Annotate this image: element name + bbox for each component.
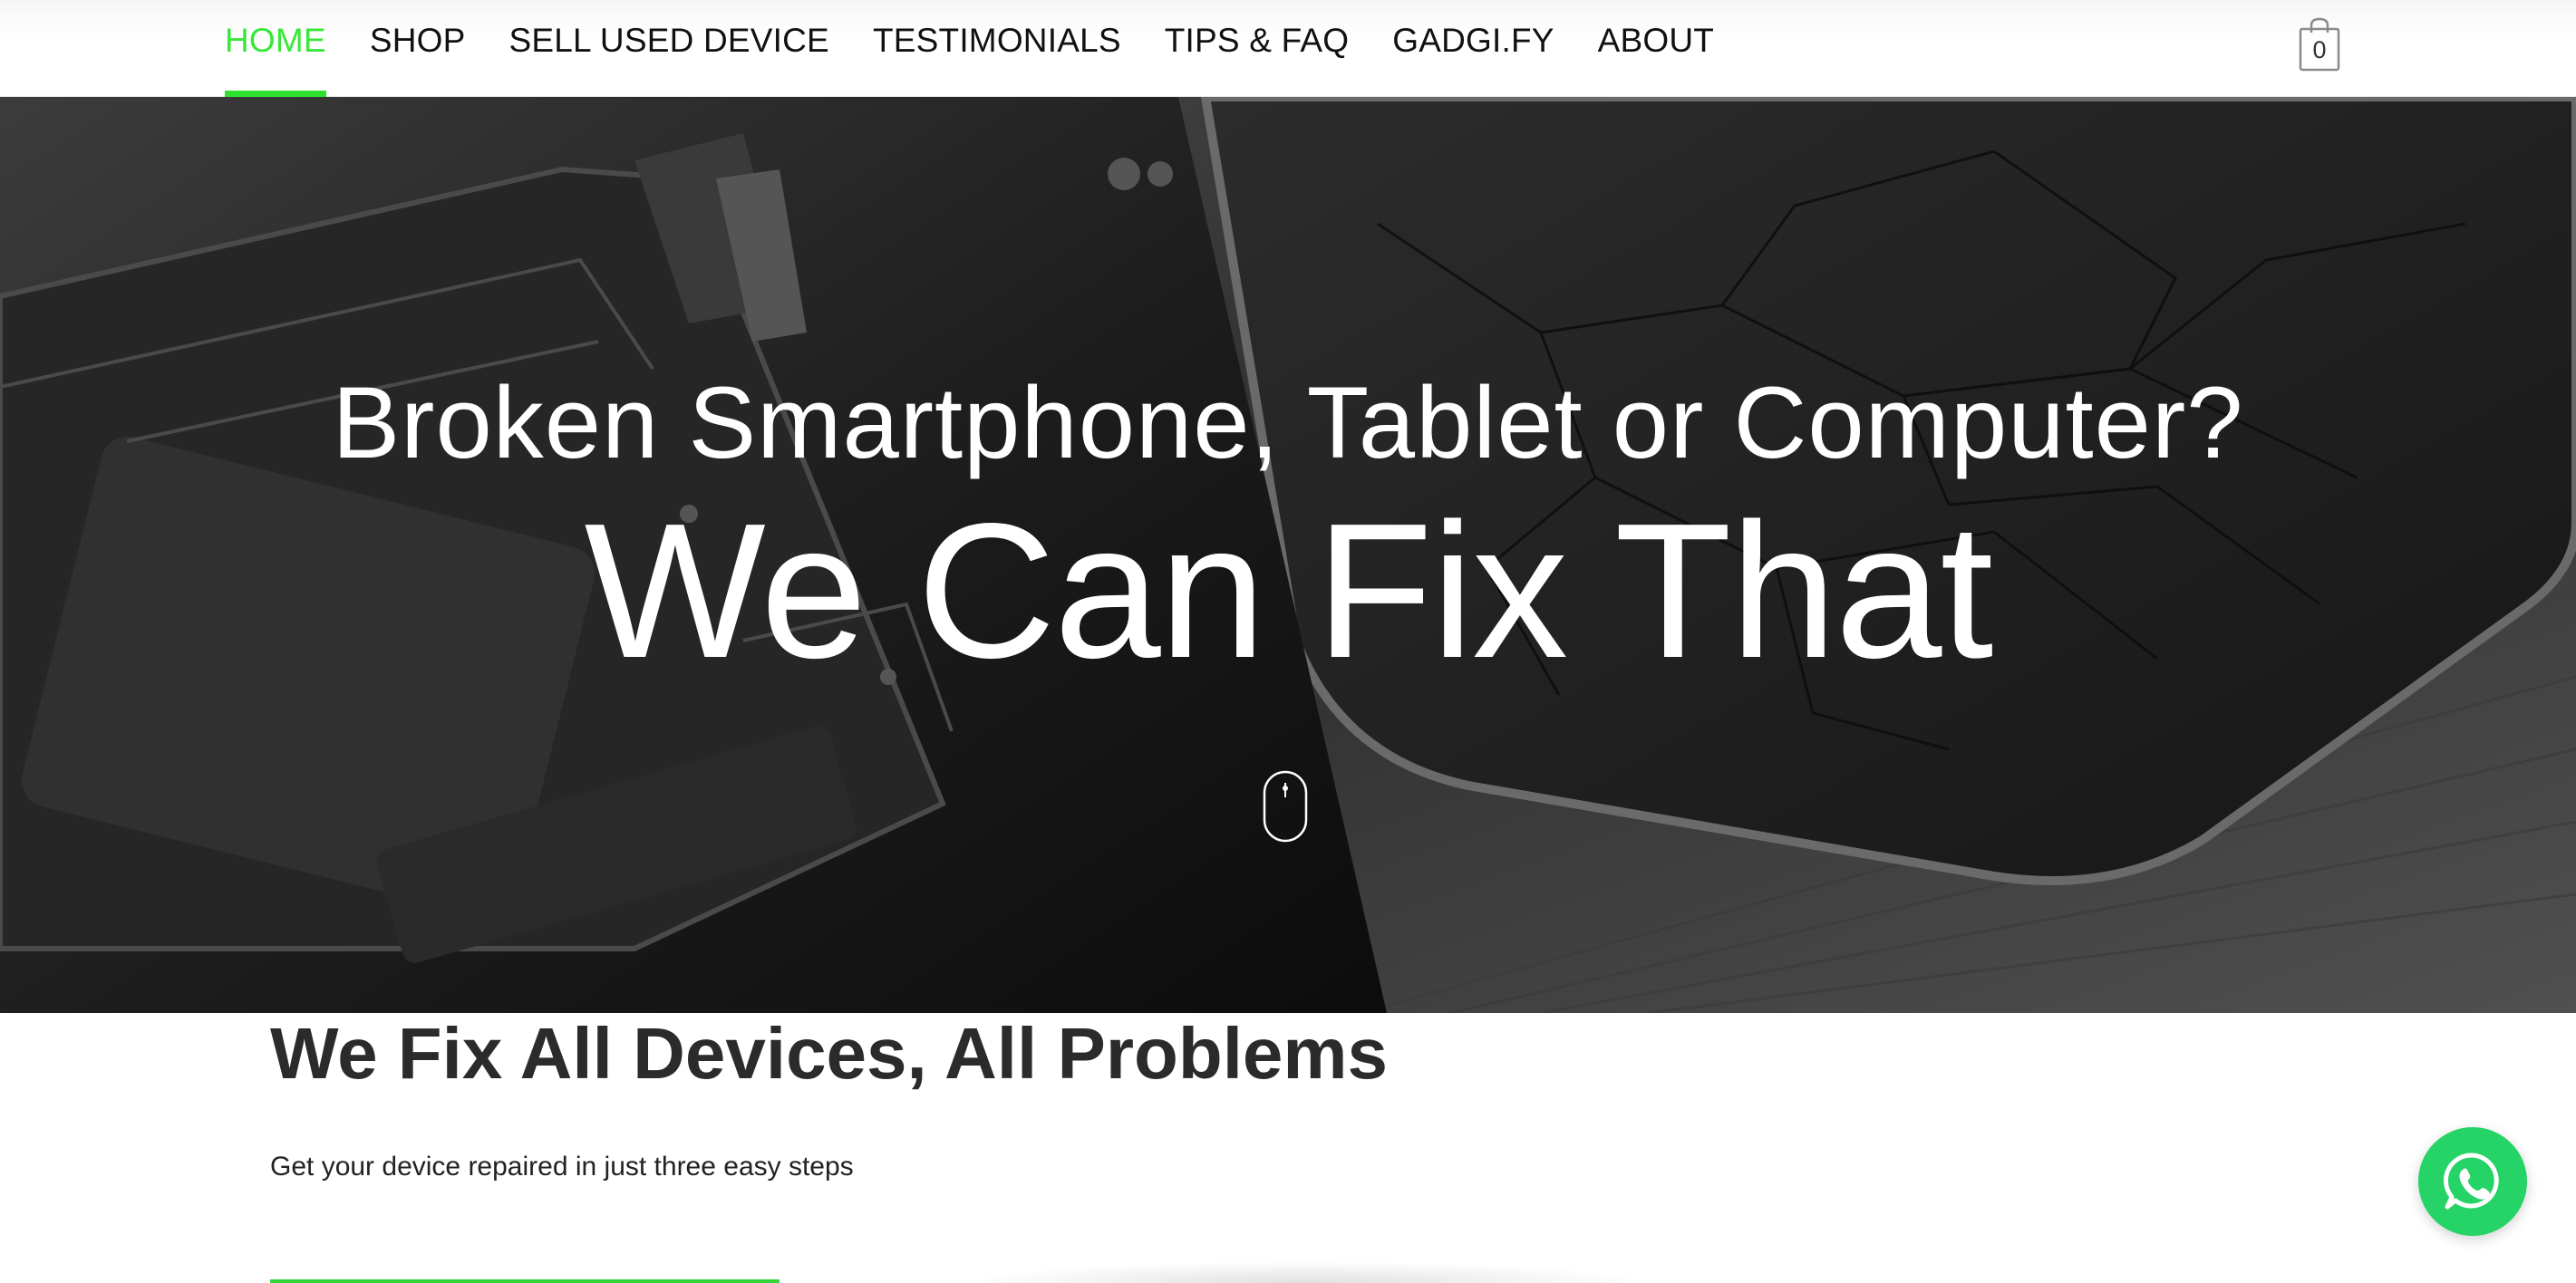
cart-count: 0 bbox=[2312, 36, 2327, 63]
hero-tagline: We Can Fix That bbox=[584, 483, 1994, 698]
hero-headline: Broken Smartphone, Tablet or Computer? bbox=[332, 366, 2244, 479]
whatsapp-chat-button[interactable] bbox=[2418, 1127, 2527, 1236]
nav-item-gadgify[interactable]: GADGI.FY bbox=[1392, 0, 1554, 97]
hero-banner: Broken Smartphone, Tablet or Computer? W… bbox=[0, 97, 2576, 1013]
section-subtitle: Get your device repaired in just three e… bbox=[270, 1152, 854, 1182]
whatsapp-icon bbox=[2443, 1153, 2499, 1210]
nav-item-sell-used-device[interactable]: SELL USED DEVICE bbox=[508, 0, 828, 97]
main-nav: HOME SHOP SELL USED DEVICE TESTIMONIALS … bbox=[225, 0, 1758, 97]
scroll-down-button[interactable] bbox=[1263, 770, 1308, 843]
step-card-top-border bbox=[270, 1279, 780, 1283]
nav-item-about[interactable]: ABOUT bbox=[1598, 0, 1714, 97]
nav-item-shop[interactable]: SHOP bbox=[370, 0, 466, 97]
card-shadow bbox=[961, 1261, 1650, 1283]
nav-item-home[interactable]: HOME bbox=[225, 0, 326, 97]
scroll-mouse-icon bbox=[1263, 770, 1308, 843]
nav-item-testimonials[interactable]: TESTIMONIALS bbox=[873, 0, 1121, 97]
nav-item-tips-faq[interactable]: TIPS & FAQ bbox=[1165, 0, 1350, 97]
section-title: We Fix All Devices, All Problems bbox=[270, 1013, 1389, 1094]
site-header: HOME SHOP SELL USED DEVICE TESTIMONIALS … bbox=[0, 0, 2576, 97]
cart-button[interactable]: 0 bbox=[2299, 16, 2340, 72]
